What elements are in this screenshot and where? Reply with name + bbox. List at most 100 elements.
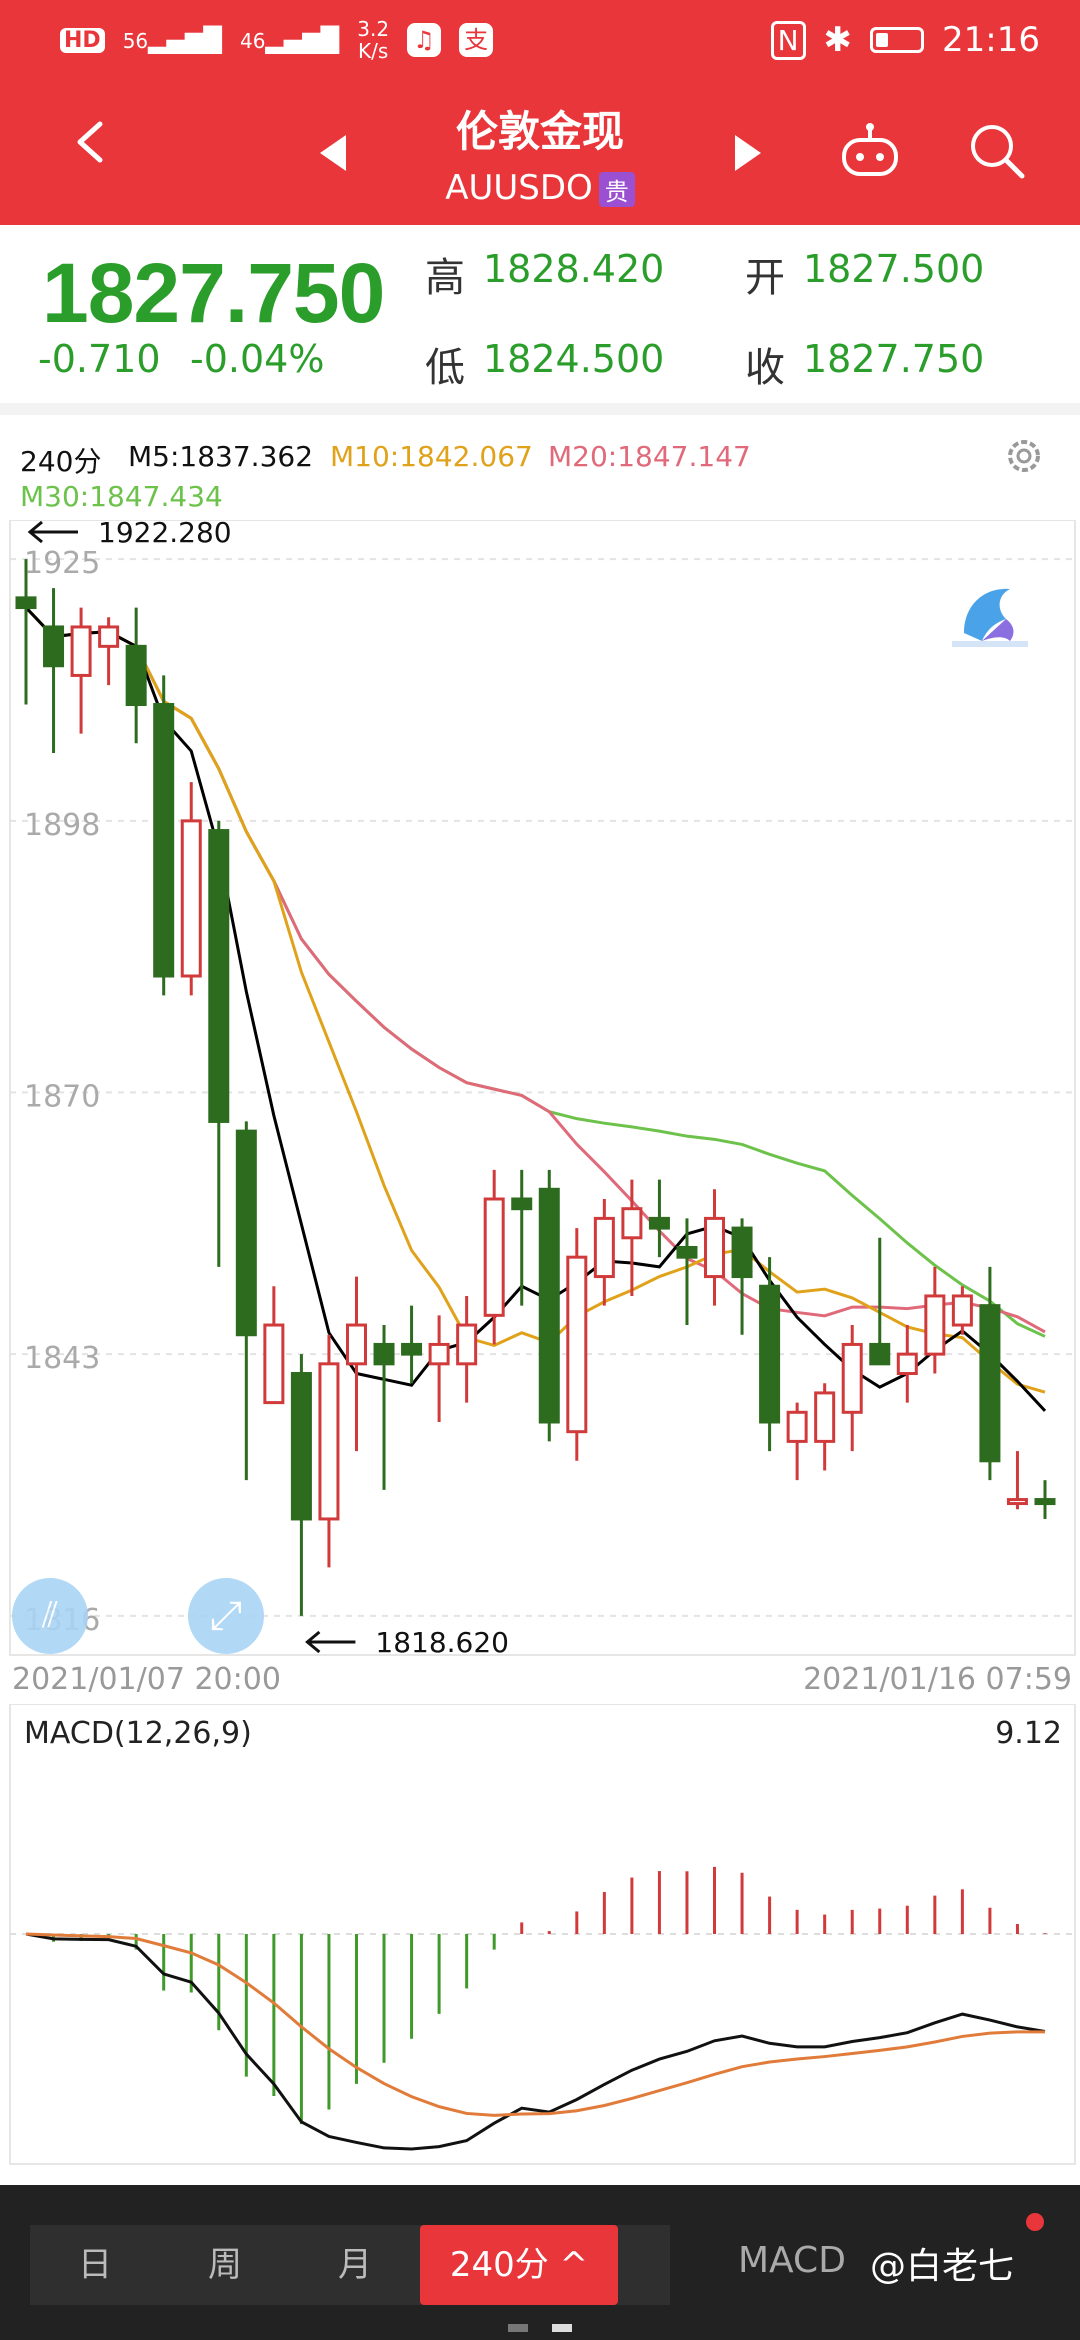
expand-sidebar-button[interactable]: ⫽ — [12, 1578, 88, 1654]
tab-week[interactable]: 周 — [180, 2225, 270, 2305]
status-bar: HD 56▂▄▆█ 46▂▄▆█ 3.2 K/s ♫ 支 N ✱ 21:16 — [0, 0, 1080, 80]
candle-body — [290, 1372, 312, 1521]
candle-body — [566, 1255, 588, 1434]
candle-body — [43, 625, 65, 668]
candle-body — [621, 1207, 643, 1240]
candle-body — [814, 1391, 836, 1443]
max-price-label: 1922.280 — [98, 520, 232, 549]
macd-chart — [9, 1704, 1076, 2165]
bottom-toolbar: 日 周 月 240分 ^ MACD @白老七 — [0, 2185, 1080, 2340]
nav-bar — [0, 2320, 1080, 2340]
music-app-icon: ♫ — [407, 23, 442, 57]
period-label: 240分 — [20, 445, 102, 478]
notification-dot — [1026, 2213, 1044, 2231]
ma30-label: M30:1847.434 — [20, 480, 223, 513]
prev-instrument-icon[interactable] — [320, 135, 346, 171]
ma30-line — [24, 606, 1046, 1338]
battery-icon — [870, 27, 925, 53]
close-label: 收 — [745, 345, 785, 391]
close-value: 1827.750 — [803, 337, 985, 381]
open-value: 1827.500 — [803, 247, 985, 291]
price-change-pct: -0.04% — [190, 337, 325, 381]
candle-body — [511, 1197, 533, 1211]
tab-240min[interactable]: 240分 ^ — [420, 2225, 618, 2305]
candle-body — [593, 1216, 615, 1279]
robot-assistant-icon[interactable] — [838, 122, 902, 180]
candle-body — [70, 625, 92, 677]
low-label: 低 — [425, 345, 465, 391]
candle-body — [841, 1342, 863, 1414]
macd-dea-line — [25, 1932, 1046, 2117]
candle-body — [1006, 1498, 1028, 1506]
y-tick-label: 1925 — [24, 546, 100, 581]
macd-dif-line — [25, 1932, 1046, 2151]
fullscreen-button[interactable]: ⤢ — [188, 1578, 264, 1654]
next-instrument-icon[interactable] — [735, 135, 761, 171]
net-speed: 3.2 K/s — [357, 17, 390, 63]
candle-body — [648, 1216, 670, 1230]
candle-body — [15, 596, 37, 610]
candle-body — [869, 1342, 891, 1366]
instrument-code: AUUSDO 贵 — [380, 168, 700, 208]
high-value: 1828.420 — [483, 247, 665, 291]
candle-body — [676, 1245, 698, 1259]
candle-body — [896, 1352, 918, 1376]
candle-body — [235, 1129, 257, 1337]
alipay-icon: 支 — [459, 23, 494, 57]
last-price: 1827.750 — [42, 246, 385, 340]
watermark: @白老七 — [870, 2246, 1015, 2287]
open-label: 开 — [745, 255, 785, 301]
ma20-label: M20:1847.147 — [548, 440, 751, 473]
page-title: 伦敦金现 — [455, 107, 624, 156]
ma10-line — [24, 606, 1046, 1394]
ma20-line — [24, 606, 1046, 1334]
tab-month[interactable]: 月 — [310, 2225, 400, 2305]
search-icon[interactable] — [968, 122, 1026, 180]
candle-body — [538, 1187, 560, 1424]
candle-body — [263, 1323, 285, 1405]
y-tick-label: 1870 — [24, 1079, 100, 1114]
macd-indicator-button[interactable]: MACD — [738, 2240, 846, 2281]
candle-body — [979, 1304, 1001, 1463]
candle-body — [1034, 1498, 1056, 1506]
sim2-signal-icon: 46▂▄▆█ — [239, 25, 340, 54]
price-change: -0.710 — [38, 337, 161, 381]
y-tick-label: 1898 — [24, 808, 100, 843]
candle-body — [125, 644, 147, 707]
end-time: 2021/01/16 07:59 — [803, 1662, 1072, 1697]
candle-body — [208, 829, 230, 1123]
y-tick-label: 1843 — [24, 1341, 100, 1376]
min-price-label: 1818.620 — [375, 1626, 509, 1659]
candle-body — [318, 1362, 340, 1521]
candle-body — [345, 1323, 367, 1366]
quote-panel: 1827.750 -0.710 -0.04% 高 1828.420 低 1824… — [0, 225, 1080, 415]
bluetooth-icon: ✱ — [823, 20, 853, 60]
candle-body — [98, 625, 120, 648]
candle-body — [483, 1197, 505, 1317]
app-header: 伦敦金现 AUUSDO 贵 — [0, 80, 1080, 225]
start-time: 2021/01/07 20:00 — [12, 1662, 281, 1697]
tab-day[interactable]: 日 — [50, 2225, 140, 2305]
nfc-icon: N — [770, 20, 806, 60]
hd-badge: HD — [60, 27, 105, 53]
candle-body — [924, 1294, 946, 1356]
candle-body — [731, 1226, 753, 1279]
candle-body — [180, 819, 202, 978]
ma5-label: M5:1837.362 — [128, 440, 314, 473]
candle-body — [456, 1323, 478, 1366]
dolphin-logo-icon — [952, 588, 1028, 647]
candle-body — [153, 703, 175, 978]
high-label: 高 — [425, 255, 465, 301]
metal-tag: 贵 — [598, 172, 635, 207]
gear-icon[interactable] — [1002, 434, 1046, 478]
low-value: 1824.500 — [483, 337, 665, 381]
candle-body — [373, 1342, 395, 1366]
candle-body — [704, 1216, 726, 1279]
candle-body — [786, 1410, 808, 1443]
candle-body — [951, 1294, 973, 1327]
back-arrow-icon[interactable] — [70, 120, 114, 164]
ma5-line — [24, 606, 1047, 1412]
ma10-label: M10:1842.067 — [330, 440, 533, 473]
candle-body — [759, 1284, 781, 1424]
candlestick-chart[interactable]: 19251898187018431816 1922.2801818.620 — [0, 520, 1080, 1660]
